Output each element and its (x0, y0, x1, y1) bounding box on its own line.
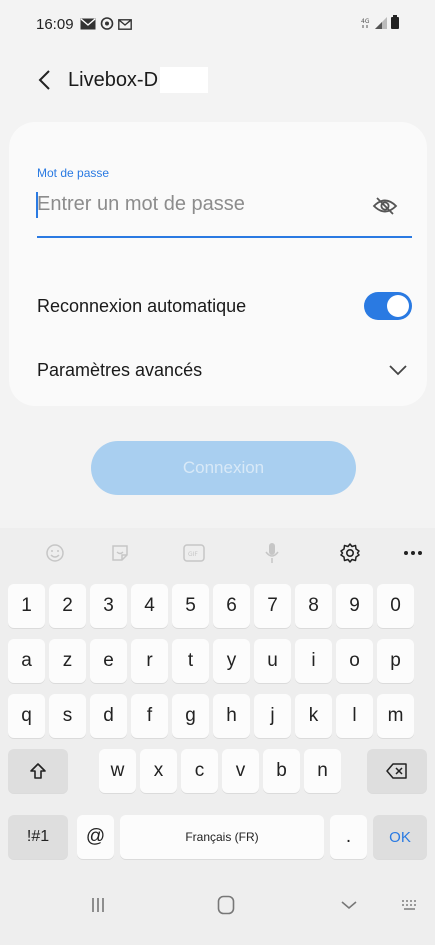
shift-icon (30, 763, 46, 779)
status-bar: 16:09 4G (0, 0, 435, 48)
keyboard-toolbar: GIF (0, 528, 435, 576)
key-q[interactable]: q (8, 694, 45, 738)
battery-icon (391, 15, 399, 33)
at-key[interactable]: @ (77, 815, 114, 859)
key-7[interactable]: 7 (254, 584, 291, 628)
gif-icon[interactable]: GIF (179, 538, 209, 568)
key-c[interactable]: c (181, 749, 218, 793)
auto-reconnect-toggle[interactable] (364, 292, 412, 320)
password-input[interactable] (37, 186, 383, 222)
key-j[interactable]: j (254, 694, 291, 738)
key-k[interactable]: k (295, 694, 332, 738)
key-1[interactable]: 1 (8, 584, 45, 628)
keyboard: GIF 1234567890 azertyuiop qsdfghjklm wxcvbn… (0, 528, 435, 866)
key-y[interactable]: y (213, 639, 250, 683)
key-4[interactable]: 4 (131, 584, 168, 628)
key-t[interactable]: t (172, 639, 209, 683)
keyboard-toggle-icon[interactable] (392, 890, 428, 920)
toggle-password-visibility-button[interactable] (371, 194, 399, 218)
navigation-bar (0, 866, 435, 945)
chevron-left-icon (38, 70, 50, 90)
key-2[interactable]: 2 (49, 584, 86, 628)
text-cursor (36, 192, 38, 218)
settings-icon[interactable] (335, 538, 365, 568)
key-5[interactable]: 5 (172, 584, 209, 628)
key-e[interactable]: e (90, 639, 127, 683)
key-9[interactable]: 9 (336, 584, 373, 628)
microphone-icon[interactable] (257, 538, 287, 568)
key-p[interactable]: p (377, 639, 414, 683)
advanced-settings-row[interactable]: Paramètres avancés (37, 350, 412, 390)
key-i[interactable]: i (295, 639, 332, 683)
key-0[interactable]: 0 (377, 584, 414, 628)
svg-text:GIF: GIF (188, 551, 198, 558)
key-a[interactable]: a (8, 639, 45, 683)
key-d[interactable]: d (90, 694, 127, 738)
chat-bubble-icon (100, 17, 114, 31)
key-u[interactable]: u (254, 639, 291, 683)
key-6[interactable]: 6 (213, 584, 250, 628)
space-key[interactable]: Français (FR) (120, 815, 324, 859)
password-underline (37, 236, 412, 238)
symbols-key[interactable]: !#1 (8, 815, 68, 859)
home-icon[interactable] (208, 890, 244, 920)
key-s[interactable]: s (49, 694, 86, 738)
key-v[interactable]: v (222, 749, 259, 793)
toggle-knob (387, 295, 409, 317)
key-b[interactable]: b (263, 749, 300, 793)
password-label: Mot de passe (37, 166, 110, 180)
eye-off-icon (372, 197, 398, 215)
gmail-icon (117, 18, 132, 30)
key-r[interactable]: r (131, 639, 168, 683)
sticker-icon[interactable] (105, 538, 135, 568)
key-h[interactable]: h (213, 694, 250, 738)
backspace-icon (386, 763, 407, 779)
chevron-down-icon (389, 365, 407, 376)
key-o[interactable]: o (336, 639, 373, 683)
more-icon[interactable] (398, 538, 428, 568)
app-bar: Livebox-D (0, 56, 435, 104)
key-8[interactable]: 8 (295, 584, 332, 628)
page-title: Livebox-D (68, 68, 159, 91)
key-z[interactable]: z (49, 639, 86, 683)
key-x[interactable]: x (140, 749, 177, 793)
mail-icon (80, 18, 96, 30)
back-button[interactable] (26, 62, 62, 98)
title-redaction (160, 67, 209, 93)
auto-reconnect-label: Reconnexion automatique (37, 295, 247, 316)
status-time: 16:09 (36, 15, 74, 33)
key-m[interactable]: m (377, 694, 414, 738)
back-icon[interactable] (331, 890, 367, 920)
system-status: 4G (361, 15, 399, 33)
key-3[interactable]: 3 (90, 584, 127, 628)
signal-icon (375, 16, 387, 33)
key-f[interactable]: f (131, 694, 168, 738)
auto-reconnect-row[interactable]: Reconnexion automatique (37, 286, 412, 326)
key-w[interactable]: w (99, 749, 136, 793)
key-n[interactable]: n (304, 749, 341, 793)
emoji-icon[interactable] (40, 538, 70, 568)
shift-key[interactable] (8, 749, 68, 793)
wifi-settings-card: Mot de passe Reconnexion automatique Par… (9, 122, 427, 406)
advanced-settings-label: Paramètres avancés (37, 359, 203, 380)
ok-key[interactable]: OK (373, 815, 427, 859)
data-icon: 4G (361, 16, 371, 33)
key-l[interactable]: l (336, 694, 373, 738)
recents-icon[interactable] (80, 890, 116, 920)
connect-button[interactable]: Connexion (91, 441, 356, 495)
period-key[interactable]: . (330, 815, 367, 859)
backspace-key[interactable] (367, 749, 427, 793)
key-g[interactable]: g (172, 694, 209, 738)
svg-text:4G: 4G (361, 18, 370, 25)
